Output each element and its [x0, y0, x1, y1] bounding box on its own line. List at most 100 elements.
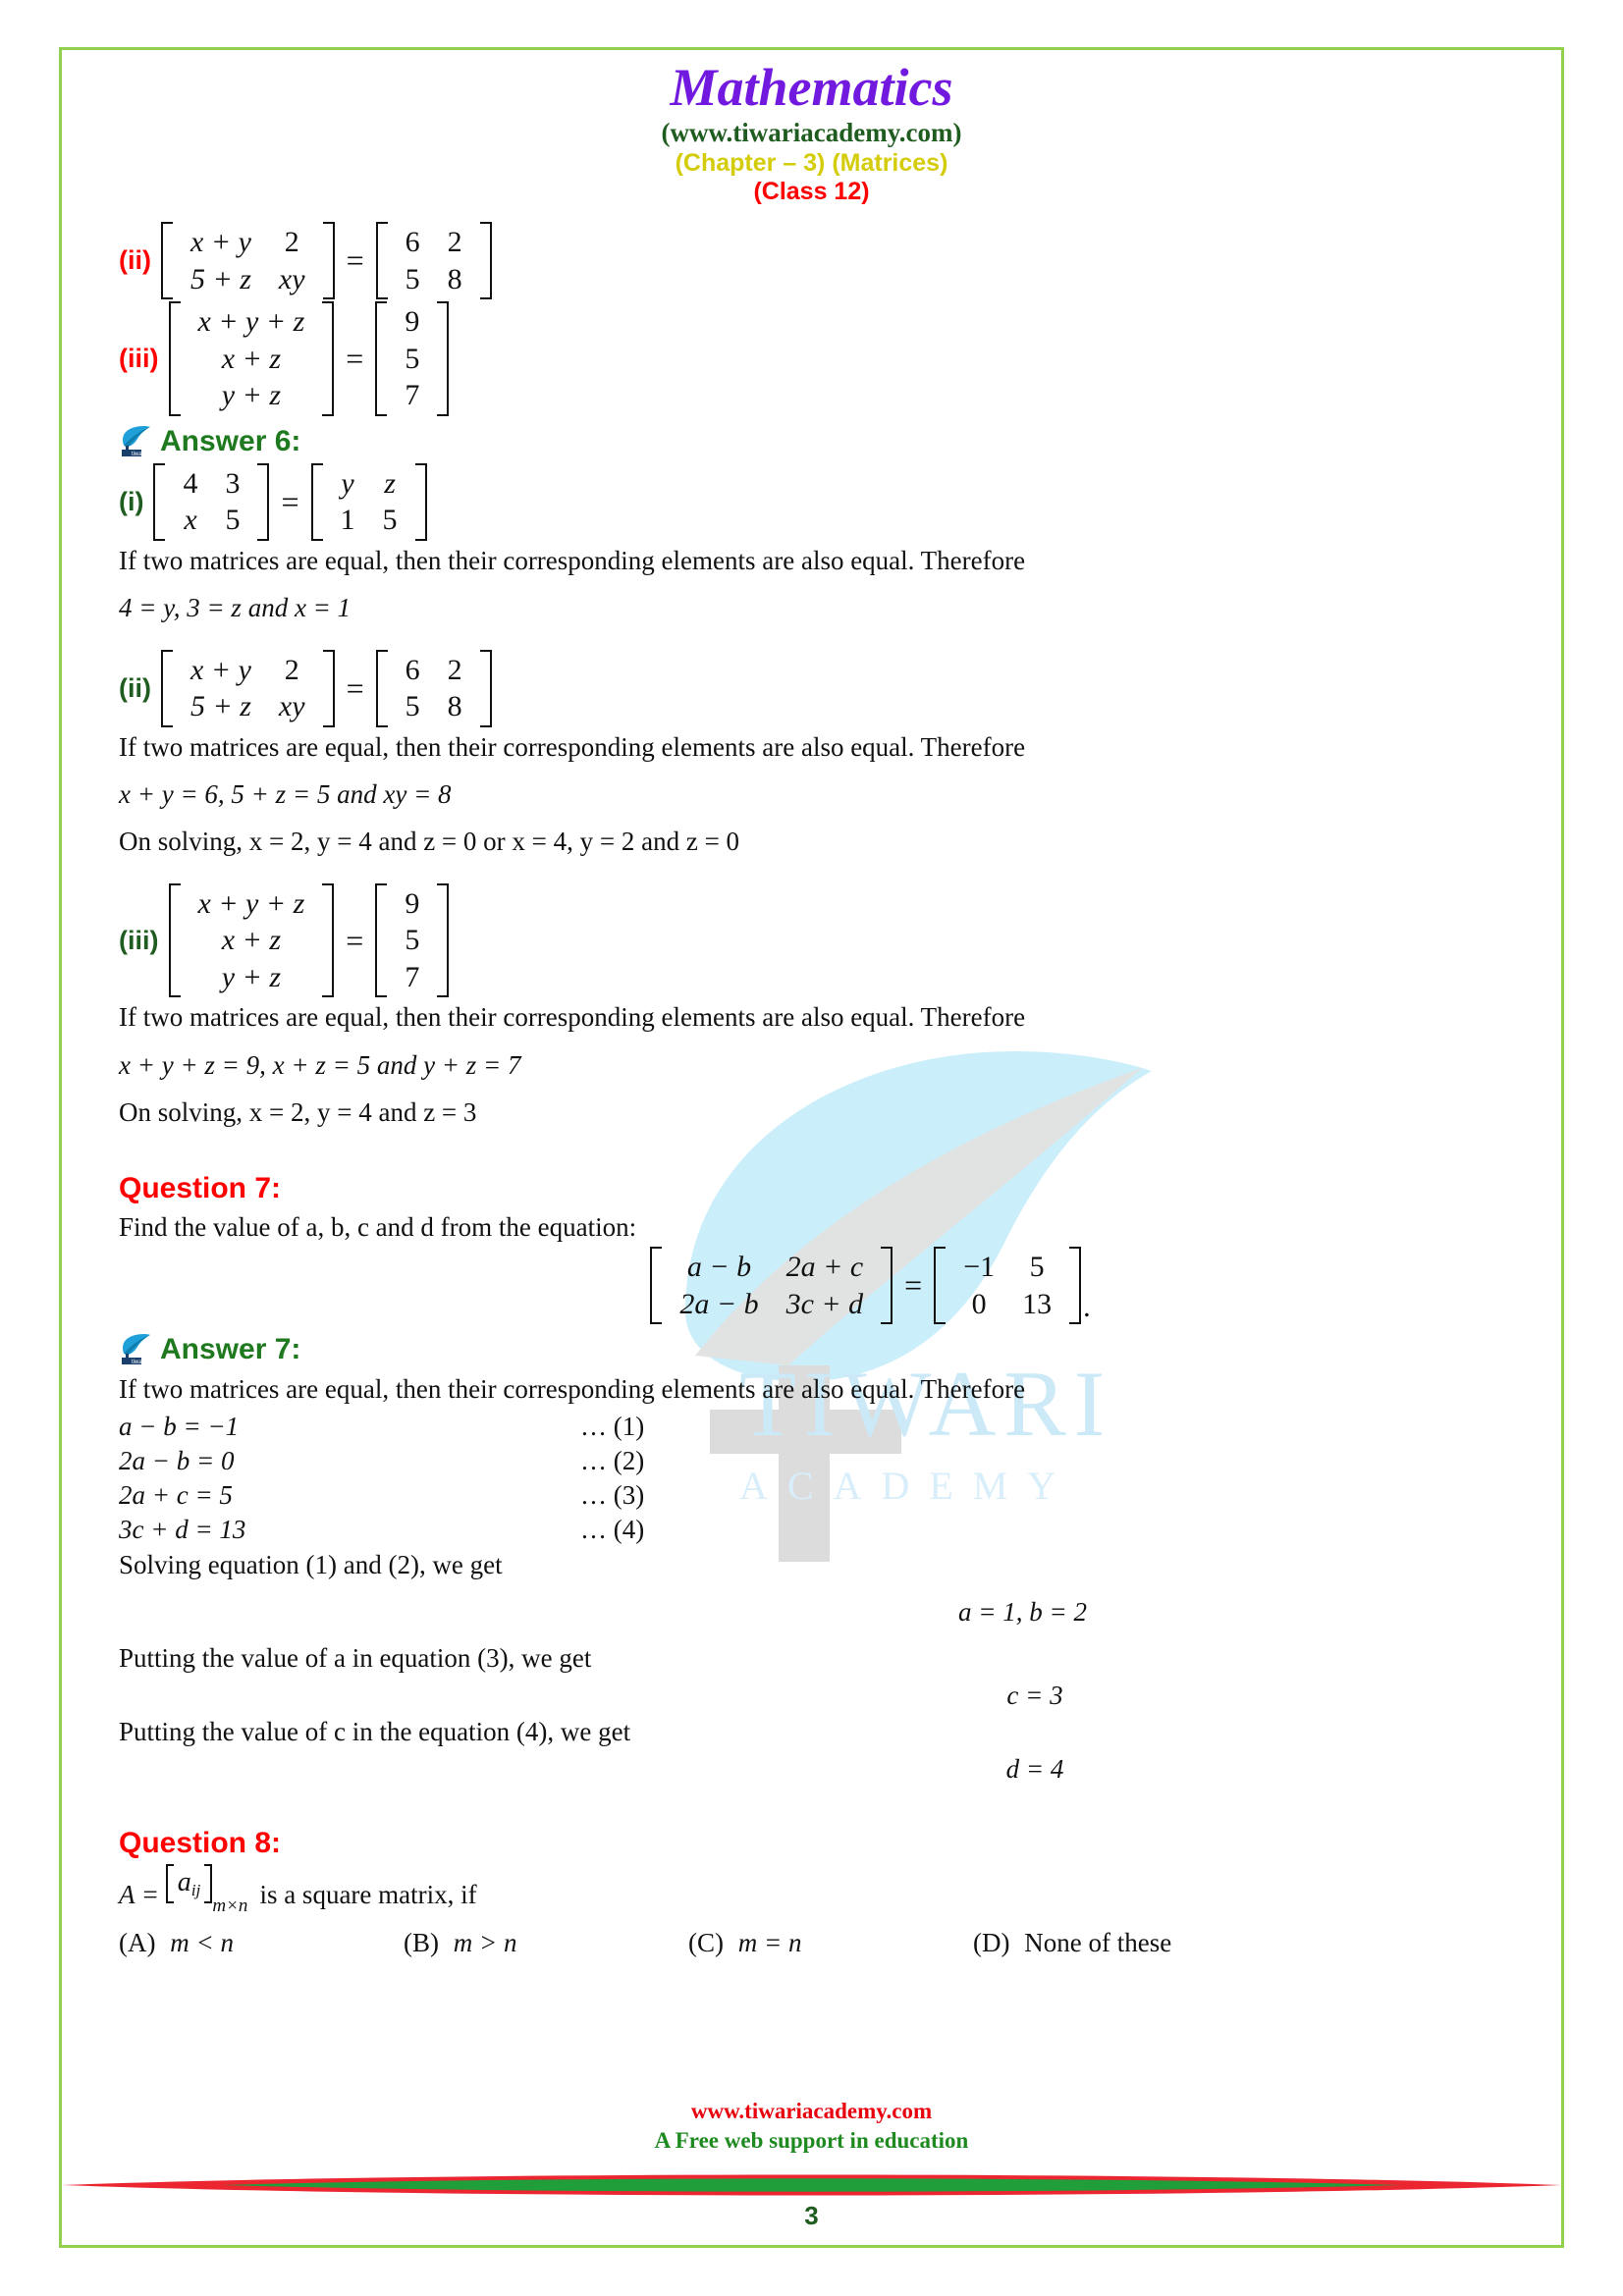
- matrix-cell: 5 + z: [190, 262, 251, 295]
- question7-equation: a − b 2a + c 2a − b 3c + d = −1 5 0 13 .: [119, 1247, 1504, 1325]
- answer6-part-ii-solving: On solving, x = 2, y = 4 and z = 0 or x …: [119, 827, 740, 857]
- question6-part-ii-equation: (ii) x + y 2 5 + z xy = 6 2 5 8: [119, 222, 1504, 300]
- answer7-step3: Putting the value of c in the equation (…: [119, 1716, 631, 1746]
- tiwari-leaf-logo-icon: tiwari: [119, 1332, 152, 1367]
- matrix-cell: x + y: [190, 653, 251, 686]
- part-label-iii: (iii): [119, 925, 159, 955]
- matrix-cell: 6: [405, 653, 420, 686]
- answer7-equation-row: 3c + d = 13 … (4): [119, 1513, 1504, 1547]
- matrix-left: 4 3 x 5: [153, 462, 270, 541]
- matrix-cell: xy: [278, 690, 305, 723]
- matrix-cell: xy: [278, 262, 305, 295]
- matrix-cell: 2a + c: [785, 1251, 864, 1284]
- bracket-right: [257, 462, 270, 541]
- option-c[interactable]: (C) m = n: [688, 1928, 973, 1958]
- option-c-text: m = n: [737, 1928, 802, 1958]
- bracket-left: [375, 882, 388, 998]
- header-class: (Class 12): [753, 178, 870, 206]
- footer-website[interactable]: www.tiwariacademy.com: [62, 2097, 1561, 2126]
- equation-text: 3c + d = 13: [119, 1514, 246, 1544]
- option-a[interactable]: (A) m < n: [119, 1928, 404, 1958]
- answer7-value-c: c = 3: [1006, 1681, 1063, 1711]
- bracket-right: [437, 301, 450, 416]
- equation-ref: … (2): [580, 1445, 645, 1475]
- bracket-left: [650, 1247, 663, 1325]
- answer7-step2: Putting the value of a in equation (3), …: [119, 1642, 592, 1673]
- matrix-cell: a − b: [686, 1251, 752, 1284]
- page-number: 3: [804, 2201, 819, 2230]
- equals-sign: =: [346, 922, 364, 958]
- matrix-cell: 2: [284, 226, 299, 259]
- question6-part-iii-equation: (iii) x + y + z x + z y + z = 9 5 7: [119, 301, 1504, 416]
- matrix-cell: x + z: [221, 342, 282, 375]
- matrix-cell: x + y + z: [197, 305, 305, 339]
- answer6-part-i-result: 4 = y, 3 = z and x = 1: [119, 593, 352, 623]
- option-a-text: m < n: [170, 1928, 234, 1958]
- matrix-cell: 5: [225, 504, 241, 537]
- matrix-cell: x: [184, 504, 197, 537]
- answer7-equation-row: 2a + c = 5 … (3): [119, 1478, 1504, 1513]
- matrix-cell: 2: [447, 226, 462, 259]
- matrix-cell: 5: [1029, 1251, 1045, 1284]
- answer7-equation-row: 2a − b = 0 … (2): [119, 1444, 1504, 1478]
- option-b-label: (B): [404, 1928, 439, 1958]
- question8-heading: Question 8:: [119, 1826, 282, 1859]
- matrix-right: 9 5 7: [375, 301, 450, 416]
- matrix-right: 9 5 7: [375, 882, 450, 998]
- page-body: (ii) x + y 2 5 + z xy = 6 2 5 8 (iii) x …: [119, 206, 1504, 1958]
- bracket-left: [161, 222, 173, 300]
- page-footer: www.tiwariacademy.com A Free web support…: [62, 2097, 1561, 2231]
- footer-tagline: A Free web support in education: [654, 2128, 969, 2154]
- matrix-right: −1 5 0 13: [934, 1247, 1082, 1325]
- header-title: Mathematics: [670, 58, 953, 117]
- bracket-left: [168, 882, 181, 998]
- matrix-cell: y: [341, 466, 354, 500]
- option-c-label: (C): [688, 1928, 724, 1958]
- answer7-label: Answer 7:: [160, 1333, 301, 1366]
- matrix-left: x + y 2 5 + z xy: [161, 649, 335, 727]
- bracket-right: [204, 1863, 213, 1903]
- equation-ref: … (4): [580, 1514, 645, 1544]
- matrix-cell: 3c + d: [785, 1287, 864, 1320]
- matrix-right: y z 1 5: [310, 462, 427, 541]
- equals-sign: =: [346, 669, 364, 706]
- bracket-left: [310, 462, 323, 541]
- matrix-cell: 6: [405, 226, 420, 259]
- header-website: (www.tiwariacademy.com): [661, 117, 962, 147]
- option-d-text: None of these: [1024, 1928, 1172, 1958]
- answer7-statement: If two matrices are equal, then their co…: [119, 1374, 1026, 1405]
- bracket-right: [479, 222, 492, 300]
- bracket-right: [479, 649, 492, 727]
- matrix-cell: y + z: [221, 960, 282, 993]
- answer6-part-iii-equation: (iii) x + y + z x + z y + z = 9 5 7: [119, 882, 1504, 998]
- page-header: Mathematics (www.tiwariacademy.com) (Cha…: [119, 50, 1504, 206]
- matrix-cell: 5: [405, 262, 420, 295]
- bracket-left: [375, 301, 388, 416]
- equation-ref: … (3): [580, 1479, 645, 1510]
- stem-matrix-name: A: [119, 1879, 135, 1909]
- answer6-part-i-equation: (i) 4 3 x 5 = y z 1 5: [119, 462, 1504, 541]
- matrix-cell: 3: [225, 466, 241, 500]
- matrix-right: 6 2 5 8: [375, 222, 492, 300]
- bracket-right: [322, 301, 335, 416]
- option-a-label: (A): [119, 1928, 156, 1958]
- option-d[interactable]: (D) None of these: [973, 1928, 1171, 1958]
- question7-heading: Question 7:: [119, 1171, 282, 1204]
- option-b[interactable]: (B) m > n: [404, 1928, 688, 1958]
- answer6-part-iii-result: x + y + z = 9, x + z = 5 and y + z = 7: [119, 1049, 521, 1080]
- matrix-cell: 1: [340, 504, 355, 537]
- matrix-cell: 8: [447, 690, 462, 723]
- tiwari-leaf-logo-icon: tiwari: [119, 424, 152, 459]
- equation-ref: … (1): [580, 1411, 645, 1441]
- matrix-cell: 5: [405, 924, 420, 957]
- matrix-cell: 0: [971, 1287, 987, 1320]
- matrix-cell: z: [384, 466, 396, 500]
- stem-tail: is a square matrix, if: [259, 1879, 477, 1909]
- matrix-left: x + y 2 5 + z xy: [161, 222, 335, 300]
- matrix-right: 6 2 5 8: [375, 649, 492, 727]
- answer6-part-ii-result: x + y = 6, 5 + z = 5 and xy = 8: [119, 779, 452, 810]
- matrix-cell: 7: [405, 379, 420, 412]
- question8-options: (A) m < n (B) m > n (C) m = n (D) None o…: [119, 1928, 1504, 1958]
- part-label-iii: (iii): [119, 343, 159, 373]
- matrix-cell: 5 + z: [190, 690, 251, 723]
